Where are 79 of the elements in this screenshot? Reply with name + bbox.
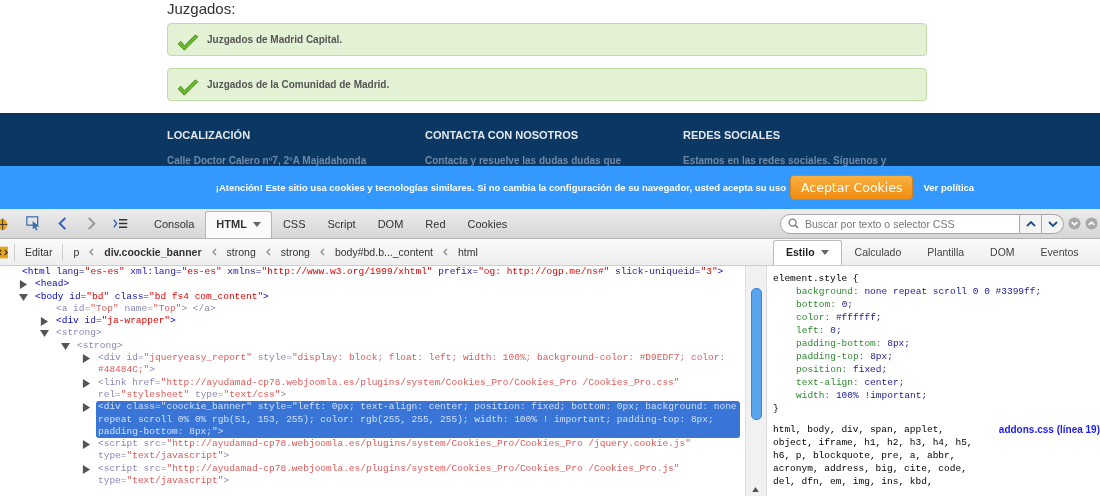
side-panel-tab[interactable]: Estilo bbox=[773, 240, 842, 265]
html-node[interactable]: <html lang="es-es" xml:lang="es-es" xmlns="http://www.w3.org/1999/xhtml" prefix="og: http://ogp.me/ns#" slick-uniqueid="3"> bbox=[20, 266, 740, 279]
breadcrumb-item[interactable]: strong bbox=[222, 244, 260, 260]
side-panel-tab[interactable]: Calculado bbox=[841, 240, 915, 265]
previous-button[interactable] bbox=[1020, 213, 1042, 234]
panel-tab[interactable]: DOM bbox=[366, 211, 415, 238]
css-property[interactable]: bottom: 0; bbox=[773, 298, 1100, 311]
cookie-message: ¡Atención! Este sitio usa cookies y tecnologías similares. Si no cambia la configuración de su navegador, usted acepta su uso bbox=[215, 182, 786, 194]
down-chevron-icon bbox=[1047, 220, 1058, 227]
expand-icon[interactable] bbox=[81, 440, 91, 450]
breadcrumb-item[interactable]: div.coockie_banner bbox=[100, 244, 206, 260]
checkmark-icon bbox=[176, 33, 200, 52]
expand-icon[interactable] bbox=[81, 464, 91, 474]
footer-text: Calle Doctor Calero nº7, 2ºA Majadahonda bbox=[167, 155, 368, 167]
chevron-icon bbox=[265, 248, 271, 256]
chevron-icon bbox=[319, 248, 325, 256]
breadcrumb-item[interactable]: body#bd.b..._content bbox=[330, 244, 437, 260]
side-panel-tab[interactable]: Eventos bbox=[1027, 240, 1092, 265]
css-property[interactable]: text-align: center; bbox=[773, 376, 1100, 389]
notice-text: Juzgados de Madrid Capital. bbox=[207, 34, 343, 45]
notice-text: Juzgados de la Comunidad de Madrid. bbox=[207, 79, 390, 90]
collapse-icon[interactable] bbox=[18, 292, 28, 302]
panel-tab[interactable]: HTML bbox=[205, 211, 272, 238]
breadcrumb-item[interactable]: p bbox=[69, 244, 84, 260]
html-node[interactable]: <script src="http://ayudamad-cp78.webjoomla.es/plugins/system/Cookies_Pro/Cookies_Pro /Cookies_Pro.js" type="text/javascript"> bbox=[96, 462, 740, 488]
css-selector: element.style { bbox=[773, 272, 860, 285]
chevron-icon bbox=[89, 248, 95, 256]
html-node[interactable]: <link href="http://ayudamad-cp78.webjoomla.es/plugins/system/Cookies_Pro/Cookies_Pro /Cookies_Pro.css" rel="stylesheet" type="text/css"> bbox=[96, 376, 740, 402]
page-heading: Juzgados: bbox=[167, 0, 236, 17]
source-link[interactable]: addons.css (línea 19) bbox=[998, 423, 1100, 436]
html-node[interactable]: <div id="ja-wrapper"> bbox=[54, 315, 740, 328]
command-line-icon[interactable] bbox=[113, 216, 128, 231]
footer-heading: CONTACTA CON NOSOTROS bbox=[425, 129, 580, 142]
next-button[interactable] bbox=[1042, 213, 1064, 234]
footer-text: Contacta y resuelve las dudas dudas que bbox=[425, 155, 623, 167]
expand-icon[interactable] bbox=[81, 378, 91, 388]
edit-button[interactable]: Editar bbox=[21, 244, 57, 260]
html-node[interactable]: <a id="Top" name="Top"> </a> bbox=[54, 302, 740, 316]
breadcrumb-item[interactable]: html bbox=[454, 244, 482, 260]
search-field[interactable]: Buscar por texto o selector CSS bbox=[780, 213, 1020, 234]
footer-text: Estamos en las redes sociales. Síguenos y bbox=[683, 155, 888, 167]
css-property[interactable]: color: #ffffff; bbox=[773, 311, 1100, 324]
scroll-up-icon[interactable] bbox=[752, 487, 759, 492]
expand-icon[interactable] bbox=[18, 280, 28, 290]
css-property[interactable]: position: fixed; bbox=[773, 363, 1100, 376]
html-node[interactable]: <strong> bbox=[75, 339, 740, 353]
chevron-icon bbox=[443, 248, 448, 256]
side-panel-tab[interactable]: Plantilla bbox=[914, 240, 978, 265]
scrollbar-thumb[interactable] bbox=[751, 288, 762, 420]
panel-tab[interactable]: Cookies bbox=[456, 211, 519, 238]
css-property[interactable]: left: 0; bbox=[773, 324, 1100, 337]
css-selector: html, body, div, span, applet, object, iframe, h1, h2, h3, h4, h5, h6, p, blockquote, pre, a, abbr, acronym, address, big, cite, code, del, dfn, em, img, ins, kbd, bbox=[773, 423, 974, 488]
css-property[interactable]: padding-top: 8px; bbox=[773, 350, 1100, 363]
breadcrumb-item[interactable]: strong bbox=[276, 244, 314, 260]
inspect-icon[interactable] bbox=[26, 216, 41, 231]
expand-icon[interactable] bbox=[81, 354, 91, 364]
footer-heading: LOCALIZACIÓN bbox=[167, 129, 252, 142]
css-property[interactable]: background: none repeat scroll 0 0 #3399ff; bbox=[773, 285, 1100, 298]
code-icon[interactable] bbox=[0, 245, 8, 259]
panel-tab[interactable]: Red bbox=[414, 211, 457, 238]
side-panel-tab[interactable]: DOM bbox=[977, 240, 1028, 265]
chevron-icon bbox=[211, 248, 217, 256]
checkmark-icon bbox=[176, 78, 200, 97]
html-node[interactable]: <body id="bd" class="bd fs4 com_content"> bbox=[33, 290, 740, 303]
expand-icon[interactable] bbox=[81, 403, 91, 413]
css-property[interactable]: width: 100% !important; bbox=[773, 389, 1100, 402]
footer-heading: REDES SOCIALES bbox=[683, 129, 782, 142]
css-property[interactable]: padding-bottom: 8px; bbox=[773, 337, 1100, 350]
up-chevron-icon bbox=[1025, 220, 1036, 227]
collapse-icon[interactable] bbox=[39, 329, 49, 339]
panel-tab[interactable]: Script bbox=[316, 211, 367, 238]
html-node[interactable]: <strong> bbox=[54, 327, 740, 340]
collapse-icon[interactable] bbox=[60, 341, 70, 351]
css-brace: } bbox=[773, 402, 780, 415]
html-node[interactable]: <div class="coockie_banner" style="left: 0px; text-align: center; position: fixed; bottom: 0px; background: none repeat scroll 0% 0% rgb(51, 153, 255); color: rgb(255, 255, 255); width: 100% ! important; padding-top: 8px; padding-bottom: 8px;"> bbox=[96, 401, 740, 439]
panel-tab[interactable]: Consola bbox=[143, 211, 206, 238]
panel-tab[interactable]: CSS bbox=[271, 211, 317, 238]
html-node[interactable]: <head> bbox=[33, 278, 740, 291]
expand-icon[interactable] bbox=[39, 317, 49, 327]
